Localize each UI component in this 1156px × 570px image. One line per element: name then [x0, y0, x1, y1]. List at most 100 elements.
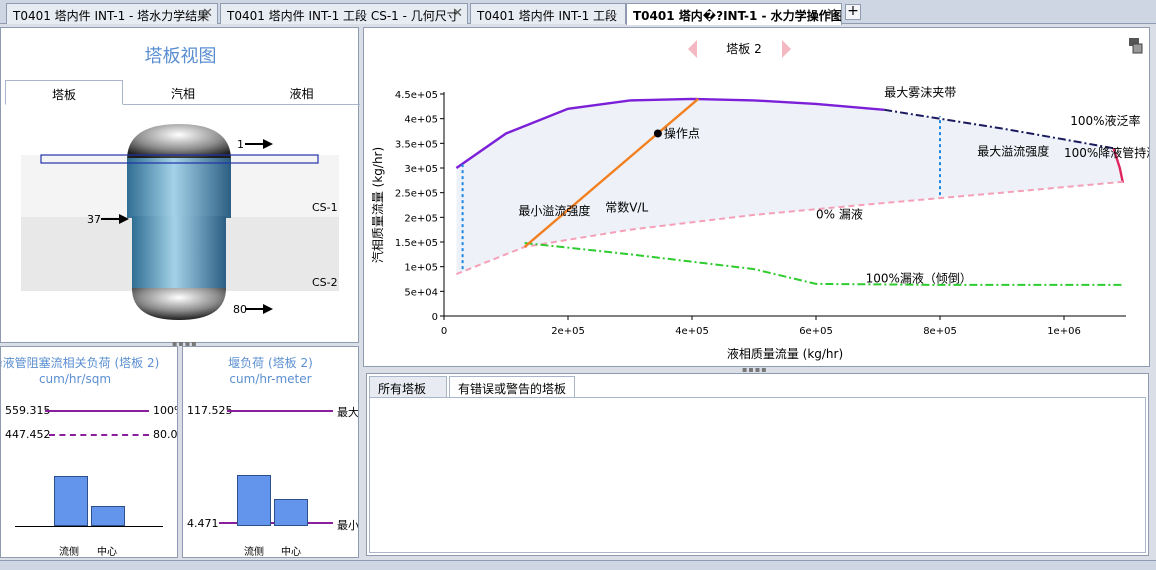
tab-hydraulic-plot[interactable]: T0401 塔内�?INT-1 - 水力学操作图 ✕: [626, 3, 842, 25]
x-tick-label: 8e+05: [923, 326, 957, 337]
ref-label-mid: 80.0%: [153, 428, 178, 441]
y-tick-label: 3.5e+05: [395, 139, 438, 150]
hydraulic-plot-panel: 塔板 2 0 2e+05 4e+05 6e+05 8e+05 1e+06 0 5e+04 1e+…: [363, 27, 1150, 367]
y-tick-label: 2.5e+05: [395, 189, 438, 200]
chart-annotation: 100%降液管持液量: [1064, 145, 1149, 160]
x-axis-label: 液相质量流量 (kg/hr): [727, 346, 843, 361]
status-bar: [0, 560, 1156, 570]
tray-selector-label: 塔板 2: [726, 42, 761, 56]
feed-stream-label: 37: [87, 213, 101, 226]
close-icon[interactable]: ✕: [452, 6, 463, 21]
bottom-cap: [132, 288, 226, 320]
subtab-liquid[interactable]: 液相: [243, 80, 360, 105]
tab-label: T0401 塔内件 INT-1 工段 CS-1 - 几何尺寸: [227, 9, 459, 23]
chart-annotation: 最大雾沫夹带: [884, 85, 956, 99]
splitter-handle[interactable]: ▪▪▪▪: [742, 366, 767, 374]
baseline: [15, 526, 163, 527]
units-line: cum/hr-meter: [229, 372, 312, 386]
x-tick-label: 0: [441, 326, 447, 337]
y-tick-label: 2e+05: [404, 213, 438, 224]
chart-annotation: 常数V/L: [605, 199, 648, 214]
ref-line-100: [45, 410, 149, 412]
panel-title: 降液管阻塞流相关负荷 (塔板 2) cum/hr/sqm: [0, 355, 163, 387]
downcomer-load-panel: 降液管阻塞流相关负荷 (塔板 2) cum/hr/sqm 559.315 100…: [0, 346, 178, 558]
view-subtabs: 塔板 汽相 液相: [5, 80, 360, 105]
ref-value-mid: 447.452: [5, 428, 51, 441]
tab-section[interactable]: T0401 塔内件 INT-1 工段: [470, 3, 626, 24]
y-axis-label: 汽相质量流量 (kg/hr): [370, 147, 385, 263]
messages-content: [369, 397, 1146, 553]
y-tick-label: 4e+05: [404, 115, 438, 126]
operating-point-label: 操作点: [664, 125, 700, 140]
bar-label-center: 中心: [97, 547, 117, 558]
bar-label-center: 中心: [281, 547, 301, 558]
bottom-stream-label: 80: [233, 303, 247, 316]
tab-hydraulic-results[interactable]: T0401 塔内件 INT-1 - 塔水力学结果 ✕: [6, 3, 218, 24]
new-tab-button[interactable]: +: [845, 4, 861, 20]
units-line: cum/hr/sqm: [38, 372, 112, 386]
top-stream-label: 1: [237, 138, 244, 151]
chart-annotation: 最大溢流强度: [977, 144, 1049, 159]
tab-all-trays[interactable]: 所有塔板: [369, 376, 447, 398]
tab-label: T0401 塔内件 INT-1 - 塔水力学结果: [13, 9, 210, 23]
arrow-right-icon: [245, 139, 273, 149]
document-tab-bar: T0401 塔内件 INT-1 - 塔水力学结果 ✕ T0401 塔内件 INT-…: [0, 0, 1156, 25]
bar-center: [274, 499, 308, 526]
ref-label-top: 最大: [337, 406, 359, 419]
tab-geometry[interactable]: T0401 塔内件 INT-1 工段 CS-1 - 几何尺寸 ✕: [220, 3, 468, 24]
tab-label: T0401 塔内�?INT-1 - 水力学操作图: [633, 9, 842, 23]
operating-point-marker: [653, 129, 662, 138]
panel-title: 塔板视图: [144, 46, 217, 67]
section-label-cs2: CS-2: [312, 276, 338, 289]
bar-side: [237, 475, 271, 526]
x-tick-label: 1e+06: [1047, 326, 1081, 337]
title-line: 堰负荷 (塔板 2): [228, 356, 313, 370]
ref-value-top: 117.525: [187, 404, 233, 417]
weir-load-panel: 堰负荷 (塔板 2) cum/hr-meter 117.525 最大 4.471…: [182, 346, 359, 558]
bar-center: [91, 506, 125, 526]
x-tick-label: 6e+05: [799, 326, 833, 337]
export-icon-overlay: [1132, 43, 1143, 54]
ref-line-max: [227, 410, 333, 412]
arrow-right-icon: [245, 304, 273, 314]
y-tick-label: 1.5e+05: [395, 238, 438, 249]
y-tick-label: 0: [432, 312, 438, 323]
section-label-cs1: CS-1: [312, 201, 338, 214]
next-tray-arrow-icon[interactable]: [782, 40, 791, 58]
ref-line-80: [49, 434, 149, 436]
title-line: 降液管阻塞流相关负荷 (塔板 2): [0, 356, 160, 370]
close-icon[interactable]: ✕: [826, 6, 837, 21]
prev-tray-arrow-icon[interactable]: [688, 40, 697, 58]
y-tick-label: 4.5e+05: [395, 90, 438, 101]
bar-side: [54, 476, 88, 526]
series-line: [524, 242, 1123, 286]
bar-plot: [15, 447, 163, 527]
column-diagram: 1 37 80 CS-1 CS-2: [21, 124, 339, 320]
splitter-handle[interactable]: ▪▪▪▪: [172, 340, 197, 348]
operating-envelope-fill: [456, 98, 1123, 275]
hydraulic-operating-chart: 塔板 2 0 2e+05 4e+05 6e+05 8e+05 1e+06 0 5e+04 1e+…: [370, 38, 1149, 361]
column-lower-shell: [132, 216, 226, 290]
column-upper-shell: [127, 158, 231, 218]
chart-annotation: 100%液泛率: [1070, 113, 1140, 128]
y-tick-label: 5e+04: [404, 287, 438, 298]
vertical-splitter-handle[interactable]: [178, 442, 181, 458]
close-icon[interactable]: ✕: [202, 6, 213, 21]
x-tick-label: 2e+05: [551, 326, 585, 337]
tray-view-panel: 塔板视图 塔板 汽相 液相 1 37 80 CS-1 CS-2: [0, 27, 360, 343]
x-tick-label: 4e+05: [675, 326, 709, 337]
bar-label-side: 流侧: [59, 547, 79, 558]
subtab-vapor[interactable]: 汽相: [123, 80, 243, 105]
chart-annotation: 100%漏液（倾倒）: [866, 270, 972, 285]
export-icon[interactable]: [1129, 38, 1143, 54]
y-tick-label: 3e+05: [404, 164, 438, 175]
subtab-tray[interactable]: 塔板: [5, 80, 123, 105]
panel-title: 堰负荷 (塔板 2) cum/hr-meter: [183, 355, 358, 387]
chart-annotation: 0% 漏液: [816, 206, 863, 221]
chart-annotation: 最小溢流强度: [518, 203, 590, 218]
bar-plot: [197, 443, 345, 526]
tab-trays-with-errors[interactable]: 有错误或警告的塔板: [449, 376, 575, 398]
ref-value-top: 559.315: [5, 404, 51, 417]
tab-label: T0401 塔内件 INT-1 工段: [477, 9, 618, 23]
tray-messages-panel: 所有塔板 有错误或警告的塔板: [366, 373, 1149, 556]
